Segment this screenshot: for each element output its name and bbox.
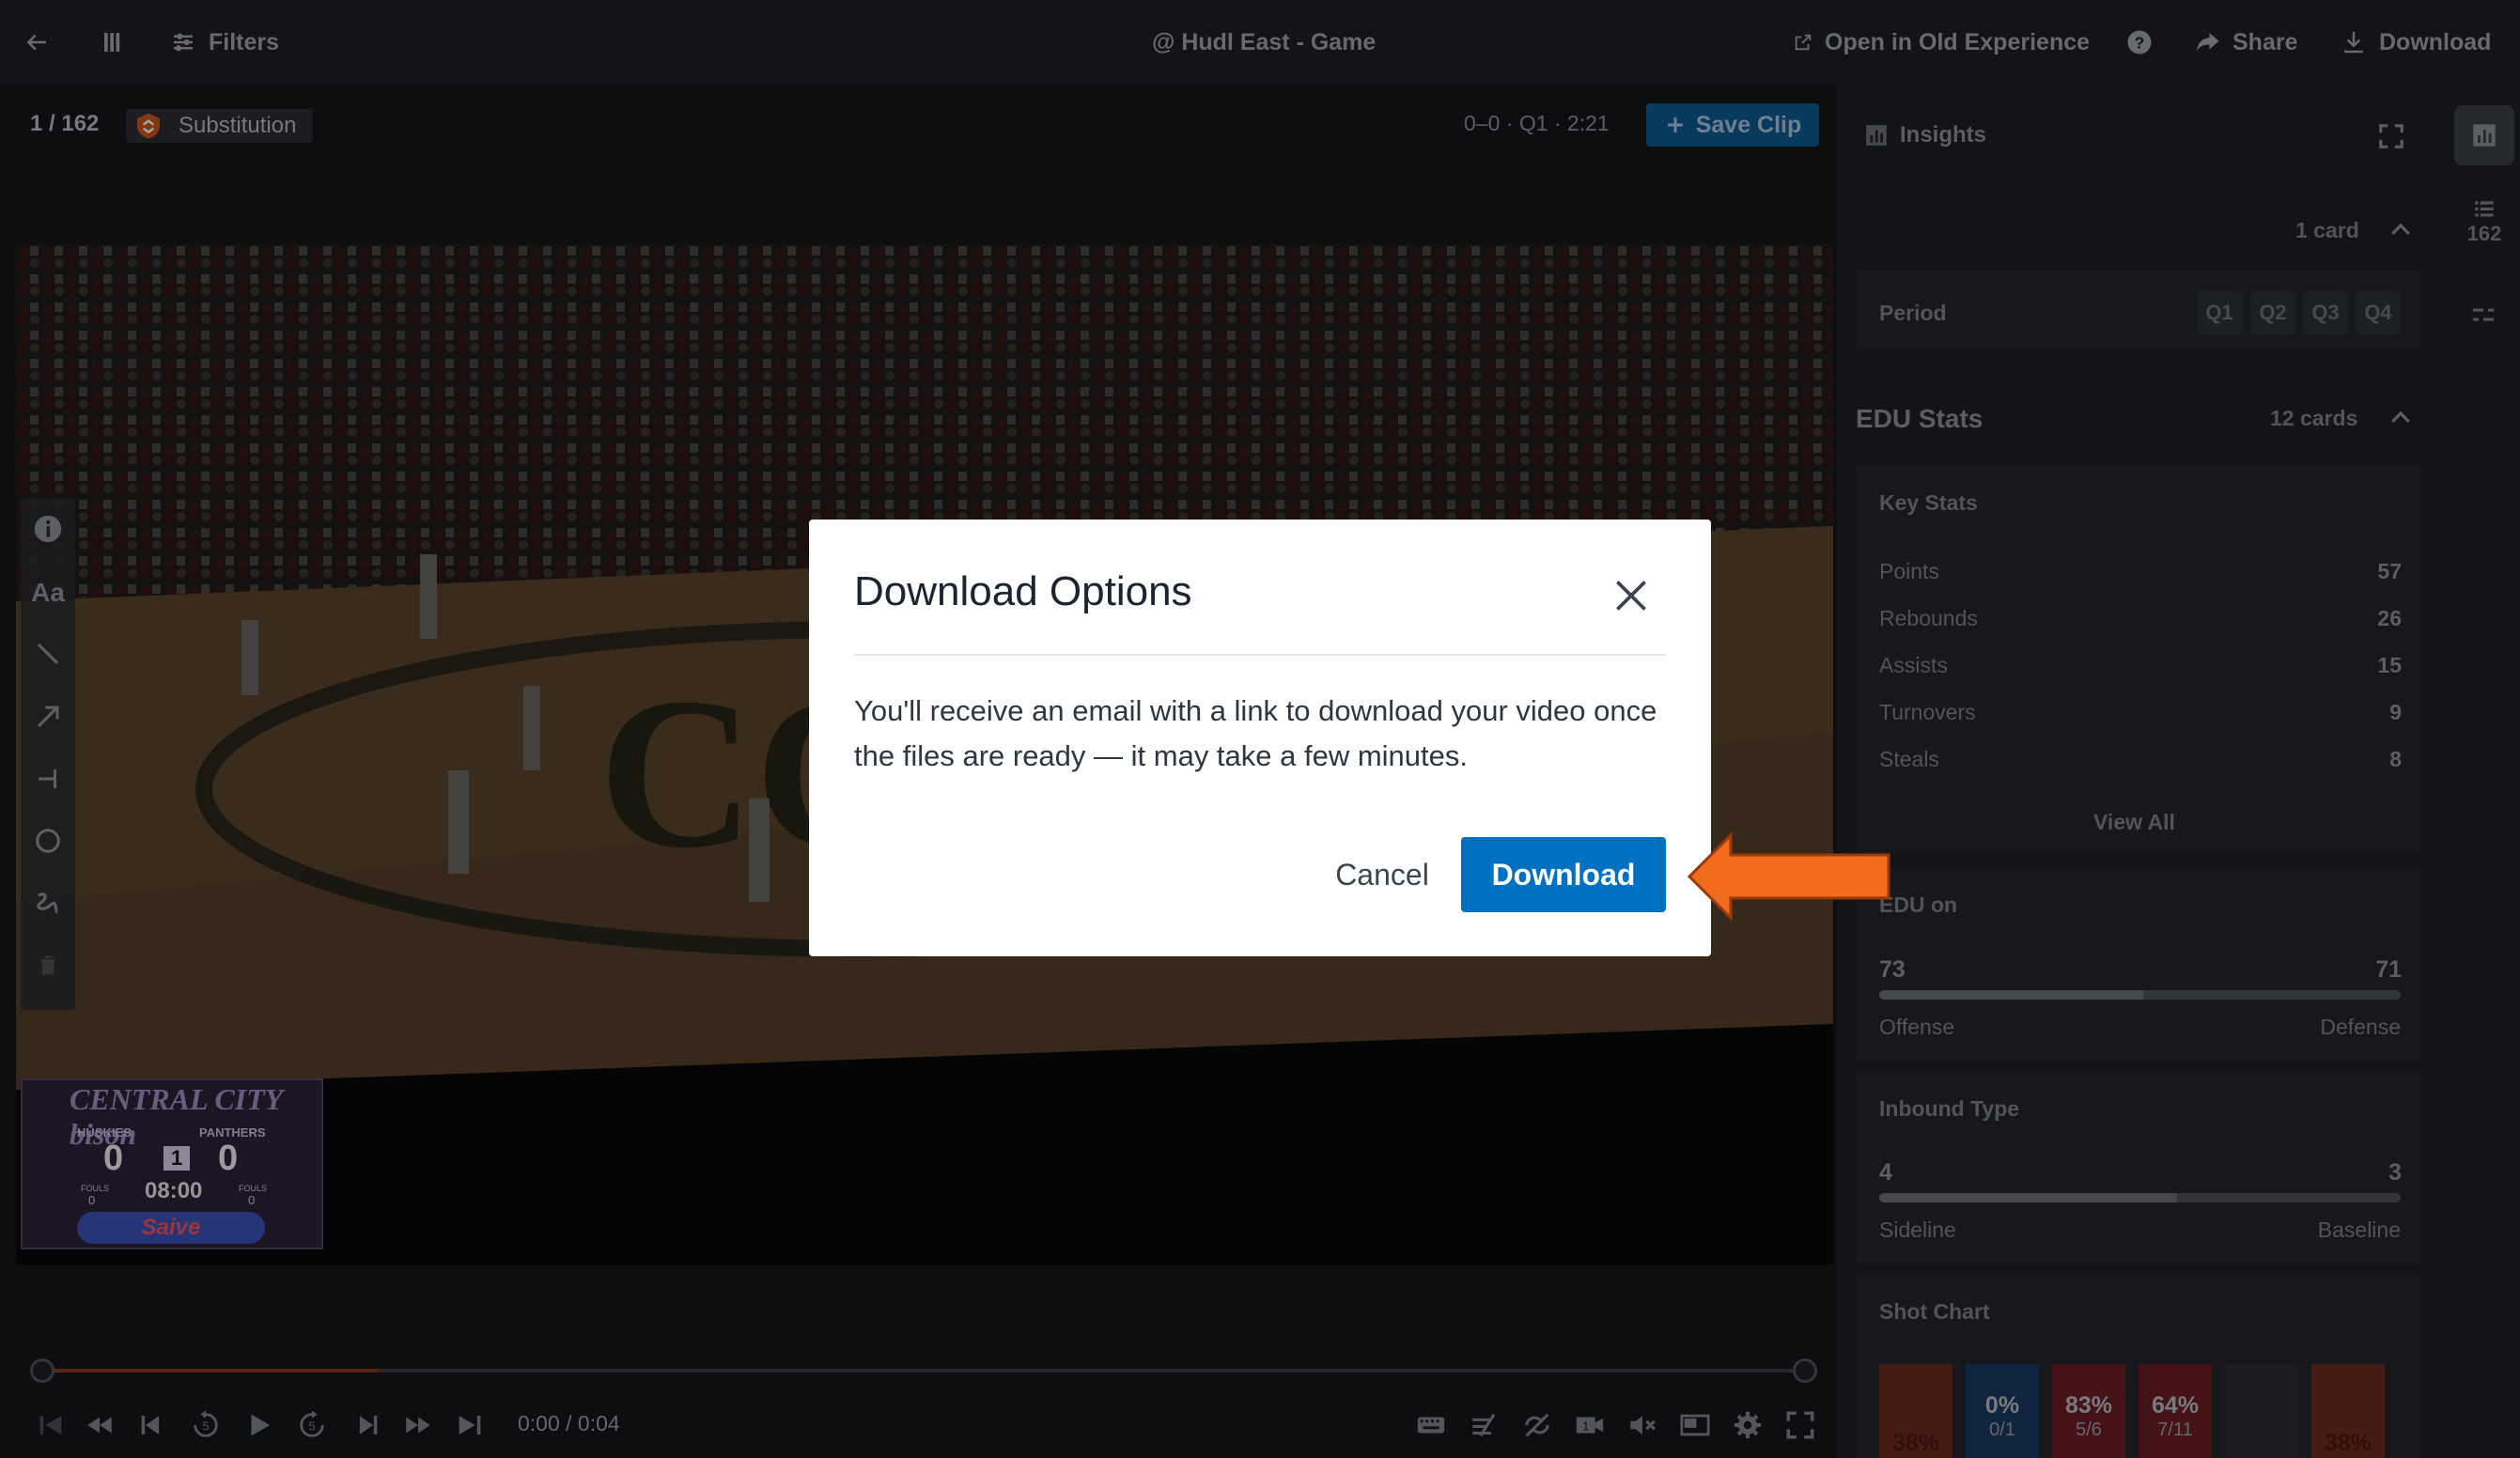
dialog-title: Download Options bbox=[854, 568, 1192, 614]
close-icon[interactable] bbox=[1608, 572, 1655, 619]
download-options-dialog: Download Options You'll receive an email… bbox=[809, 520, 1711, 956]
download-button[interactable]: Download bbox=[1461, 837, 1666, 912]
dialog-message: You'll receive an email with a link to d… bbox=[854, 694, 1657, 772]
cancel-button[interactable]: Cancel bbox=[1304, 837, 1460, 912]
callout-arrow-icon bbox=[1688, 832, 1890, 921]
dialog-divider bbox=[854, 654, 1666, 656]
